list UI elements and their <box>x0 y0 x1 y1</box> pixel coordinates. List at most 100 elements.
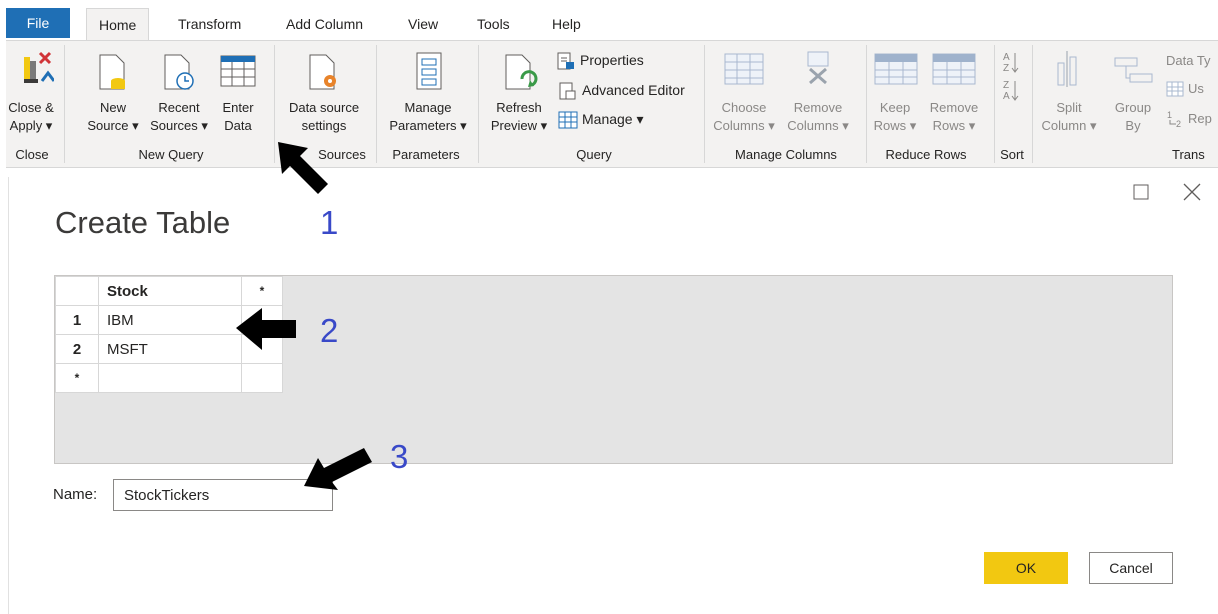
advanced-editor-icon <box>558 81 578 106</box>
home-ribbon: Close & Apply ▾ Close New Source ▾ Recen… <box>6 40 1218 168</box>
keep-rows-button[interactable]: Keep Rows ▾ <box>870 99 920 135</box>
callout-number-3: 3 <box>390 438 409 475</box>
group-sort-label: Sort <box>1000 147 1024 162</box>
close-apply-label-2: Apply ▾ <box>9 118 53 133</box>
choose-columns-button[interactable]: Choose Columns ▾ <box>708 99 780 135</box>
row-number: 1 <box>55 305 99 335</box>
data-source-settings-label-1: Data source <box>288 100 360 115</box>
tab-file[interactable]: File <box>6 8 70 38</box>
data-source-settings-label-2: settings <box>301 118 347 133</box>
new-row-marker: * <box>55 363 99 393</box>
split-column-label-1: Split <box>1056 100 1082 115</box>
svg-text:A: A <box>1003 91 1010 102</box>
table-name-input[interactable] <box>113 479 333 511</box>
group-reduce-rows-label: Reduce Rows <box>885 147 967 162</box>
split-column-icon <box>1052 51 1086 92</box>
remove-columns-label-1: Remove <box>793 100 843 115</box>
tab-add-column[interactable]: Add Column <box>274 8 375 40</box>
group-close-label: Close <box>15 147 49 162</box>
group-by-label-1: Group <box>1114 100 1152 115</box>
manage-parameters-label-1: Manage <box>404 100 452 115</box>
dialog-title: Create Table <box>55 205 231 240</box>
tab-view[interactable]: View <box>396 8 450 40</box>
replace-values-button[interactable]: Rep <box>1188 111 1212 126</box>
svg-text:A: A <box>1003 52 1010 63</box>
divider <box>704 45 705 163</box>
new-source-button[interactable]: New Source ▾ <box>80 99 146 135</box>
annotation-arrow-2 <box>234 306 298 357</box>
column-header-stock[interactable]: Stock <box>98 276 242 306</box>
svg-text:2: 2 <box>1176 119 1181 129</box>
remove-columns-icon <box>802 51 834 90</box>
empty-cell[interactable] <box>241 363 283 393</box>
tab-transform[interactable]: Transform <box>166 8 253 40</box>
properties-button[interactable]: Properties <box>580 52 644 68</box>
corner-cell <box>55 276 99 306</box>
enter-data-icon <box>220 55 256 92</box>
group-by-label-2: By <box>1125 118 1141 133</box>
use-first-row-icon <box>1166 81 1184 102</box>
group-by-button[interactable]: Group By <box>1106 99 1160 135</box>
tab-home[interactable]: Home <box>86 8 150 41</box>
ribbon-tab-bar: File Home Transform Add Column View Tool… <box>0 0 1218 41</box>
data-type-button[interactable]: Data Ty <box>1166 53 1211 68</box>
divider <box>994 45 995 163</box>
remove-rows-icon <box>932 53 976 90</box>
callout-number-1: 1 <box>320 204 339 241</box>
ok-button[interactable]: OK <box>984 552 1068 584</box>
manage-table-icon <box>558 111 578 134</box>
new-row: * <box>55 363 283 393</box>
recent-sources-label-2: Sources ▾ <box>150 118 208 133</box>
manage-button[interactable]: Manage ▾ <box>582 111 644 128</box>
recent-sources-icon <box>163 53 197 98</box>
header-row: Stock * <box>55 276 283 306</box>
group-query-label: Query <box>576 147 612 162</box>
close-apply-button[interactable]: Close & Apply ▾ <box>8 99 54 135</box>
refresh-preview-label-2: Preview ▾ <box>490 118 548 133</box>
table-cell[interactable]: IBM <box>98 305 242 335</box>
group-new-query-label: New Query <box>138 147 204 162</box>
use-first-row-button[interactable]: Us <box>1188 81 1204 96</box>
remove-columns-button[interactable]: Remove Columns ▾ <box>780 99 856 135</box>
new-source-label-2: Source ▾ <box>87 118 139 133</box>
refresh-preview-icon <box>504 53 542 98</box>
enter-data-button[interactable]: Enter Data <box>214 99 262 135</box>
refresh-preview-button[interactable]: Refresh Preview ▾ <box>484 99 554 135</box>
svg-text:Z: Z <box>1003 80 1009 91</box>
data-source-settings-button[interactable]: Data source settings <box>276 99 372 135</box>
maximize-icon[interactable] <box>1133 183 1149 206</box>
split-column-button[interactable]: Split Column ▾ <box>1038 99 1100 135</box>
group-transform-label: Trans <box>1172 147 1205 162</box>
new-row-cell[interactable] <box>98 363 242 393</box>
sort-descending-icon[interactable]: ZA <box>1002 77 1020 110</box>
choose-columns-label-2: Columns ▾ <box>713 118 775 133</box>
divider <box>376 45 377 163</box>
svg-text:Z: Z <box>1003 63 1009 74</box>
tab-tools[interactable]: Tools <box>465 8 522 40</box>
advanced-editor-button[interactable]: Advanced Editor <box>582 82 685 98</box>
new-source-label-1: New <box>99 100 126 115</box>
manage-parameters-button[interactable]: Manage Parameters ▾ <box>380 99 476 135</box>
divider <box>866 45 867 163</box>
add-column-cell[interactable]: * <box>241 276 283 306</box>
close-apply-label-1: Close & <box>8 100 54 115</box>
recent-sources-button[interactable]: Recent Sources ▾ <box>144 99 214 135</box>
refresh-preview-label-1: Refresh <box>496 100 542 115</box>
data-source-settings-icon <box>308 53 344 98</box>
table-cell[interactable]: MSFT <box>98 334 242 364</box>
remove-rows-label-2: Rows ▾ <box>932 118 976 133</box>
group-by-icon <box>1114 57 1154 90</box>
properties-icon <box>556 51 576 76</box>
divider <box>478 45 479 163</box>
close-icon[interactable] <box>1183 183 1201 207</box>
name-label: Name: <box>53 486 98 503</box>
callout-number-2: 2 <box>320 312 339 349</box>
cancel-button[interactable]: Cancel <box>1089 552 1173 584</box>
choose-columns-label-1: Choose <box>721 100 767 115</box>
keep-rows-icon <box>874 53 918 90</box>
annotation-arrow-3 <box>302 446 374 497</box>
divider <box>64 45 65 163</box>
tab-help[interactable]: Help <box>540 8 593 40</box>
group-manage-columns-label: Manage Columns <box>735 147 837 162</box>
remove-rows-button[interactable]: Remove Rows ▾ <box>922 99 986 135</box>
